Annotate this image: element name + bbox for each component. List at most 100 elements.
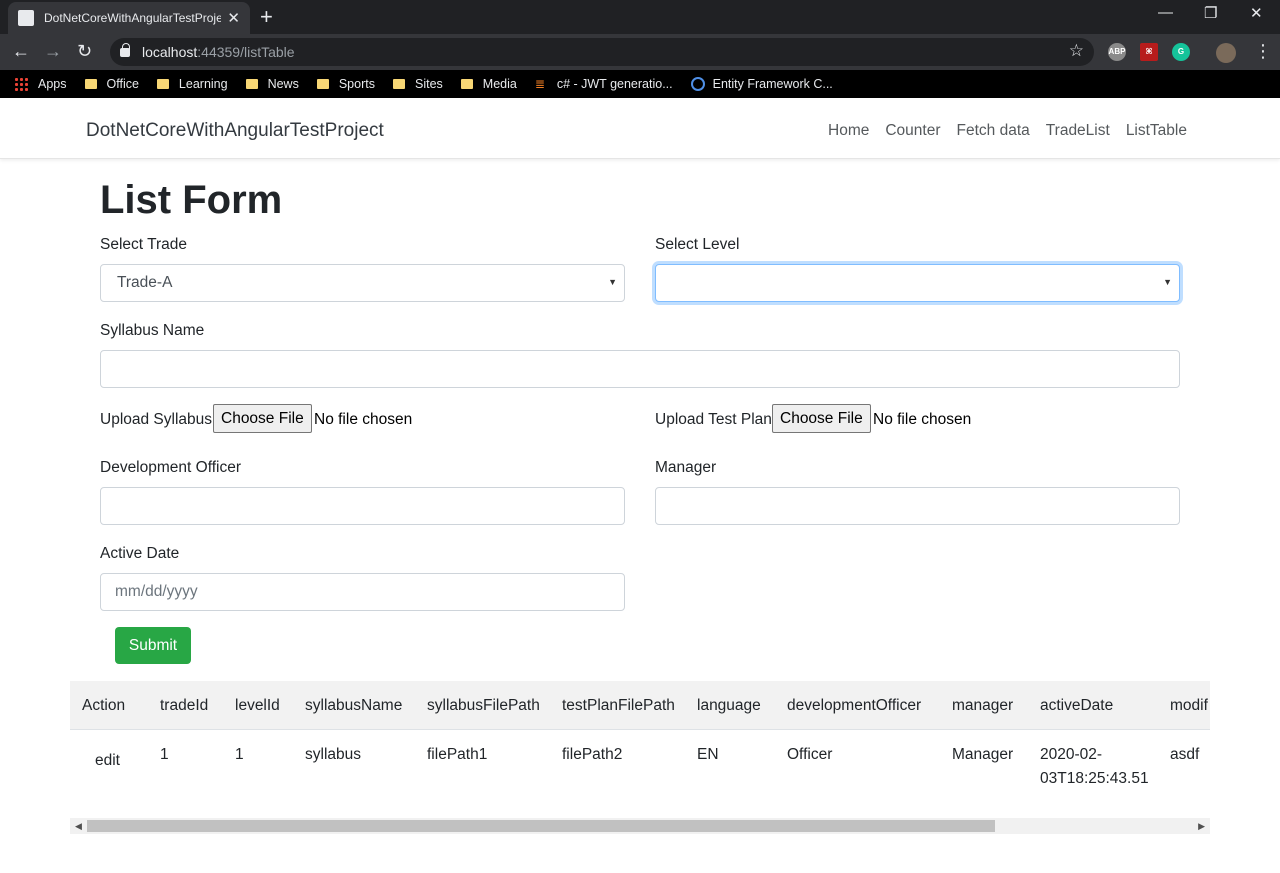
folder-icon [156, 79, 169, 89]
minimize-icon[interactable]: — [1158, 4, 1173, 21]
profile-avatar-icon[interactable] [1216, 43, 1236, 63]
active-date-placeholder: mm/dd/yyyy [115, 583, 198, 600]
cell-tradeid: 1 [160, 746, 169, 763]
grammarly-extension-icon[interactable]: G [1172, 43, 1190, 61]
bookmark-jwt[interactable]: ≣ c# - JWT generatio... [535, 77, 673, 91]
header-tradeid: tradeId [160, 697, 209, 714]
upload-syllabus-status: No file chosen [314, 411, 413, 428]
nav-tradelist[interactable]: TradeList [1046, 122, 1110, 140]
cell-levelid: 1 [235, 746, 244, 763]
folder-icon [84, 79, 97, 89]
header-manager: manager [952, 697, 1014, 714]
cell-activedate-line2: 03T18:25:43.51 [1040, 770, 1149, 787]
upload-test-plan-label: Upload Test Plan [655, 411, 772, 428]
nav-links: Home Counter Fetch data TradeList ListTa… [812, 122, 1187, 140]
cell-testplanfilepath: filePath2 [562, 746, 623, 763]
bookmark-sites[interactable]: Sites [392, 77, 443, 91]
back-icon[interactable]: ← [12, 40, 30, 62]
cell-language: EN [697, 746, 719, 763]
header-modified: modif [1170, 697, 1208, 714]
cell-syllabusfilepath: filePath1 [427, 746, 488, 763]
bookmark-media[interactable]: Media [460, 77, 517, 91]
tab-title: DotNetCoreWithAngularTestProject [44, 11, 222, 25]
close-tab-icon[interactable]: ✕ [227, 9, 240, 27]
active-date-label: Active Date [100, 545, 180, 562]
select-trade-value: Trade-A [117, 274, 173, 291]
nav-listtable[interactable]: ListTable [1126, 122, 1187, 140]
nav-counter[interactable]: Counter [885, 122, 940, 140]
restore-icon[interactable]: ❐ [1204, 4, 1217, 22]
app-brand[interactable]: DotNetCoreWithAngularTestProject [86, 120, 384, 142]
address-bar[interactable]: localhost :44359/listTable ☆ [110, 38, 1094, 66]
bookmark-star-icon[interactable]: ☆ [1069, 41, 1084, 61]
folder-icon [460, 79, 473, 89]
stackoverflow-icon: ≣ [534, 77, 545, 91]
page-content: DotNetCoreWithAngularTestProject Home Co… [0, 98, 1280, 873]
table-header-row: Action tradeId levelId syllabusName syll… [70, 681, 1210, 730]
header-action: Action [82, 697, 126, 714]
folder-icon [392, 79, 405, 89]
apps-grid-icon [14, 77, 28, 91]
forward-icon[interactable]: → [44, 40, 62, 62]
browser-tab[interactable]: DotNetCoreWithAngularTestProject ✕ [8, 2, 250, 34]
url-path: :44359/listTable [197, 44, 295, 60]
page-favicon-icon [18, 10, 34, 26]
header-activedate: activeDate [1040, 697, 1114, 714]
scroll-right-icon[interactable]: ▶ [1198, 819, 1205, 833]
bookmark-office[interactable]: Office [84, 77, 139, 91]
header-developmentofficer: developmentOfficer [787, 697, 922, 714]
bookmark-learning[interactable]: Learning [156, 77, 228, 91]
nav-fetch-data[interactable]: Fetch data [957, 122, 1030, 140]
app-navbar: DotNetCoreWithAngularTestProject Home Co… [0, 98, 1280, 159]
adblock-extension-icon[interactable]: ABP [1108, 43, 1126, 61]
new-tab-icon[interactable]: + [260, 4, 273, 30]
close-window-icon[interactable]: ✕ [1250, 4, 1263, 22]
bookmark-apps[interactable]: Apps [14, 77, 67, 91]
reload-icon[interactable]: ↻ [77, 40, 92, 62]
scrollbar-thumb[interactable] [87, 820, 995, 832]
upload-test-plan-choose-file-button[interactable]: Choose File [772, 404, 871, 433]
select-trade-dropdown[interactable]: Trade-A ▼ [100, 264, 625, 302]
url-host: localhost [142, 44, 198, 60]
development-officer-label: Development Officer [100, 459, 241, 476]
submit-button[interactable]: Submit [115, 627, 191, 664]
scroll-left-icon[interactable]: ◀ [75, 819, 82, 833]
header-language: language [697, 697, 761, 714]
manager-label: Manager [655, 459, 717, 476]
bookmark-sports[interactable]: Sports [316, 77, 375, 91]
entity-framework-icon [690, 77, 705, 91]
header-syllabusname: syllabusName [305, 697, 403, 714]
bookmark-entity-framework[interactable]: Entity Framework C... [690, 77, 833, 91]
table-horizontal-scrollbar[interactable]: ◀ ▶ [70, 818, 1210, 834]
upload-test-plan-status: No file chosen [873, 411, 972, 428]
dropdown-caret-icon: ▼ [608, 277, 617, 287]
header-testplanfilepath: testPlanFilePath [562, 697, 675, 714]
menu-kebab-icon[interactable]: ⋮ [1254, 40, 1272, 62]
bookmarks-bar: Apps Office Learning News Sports Sites M… [0, 70, 1280, 98]
header-levelid: levelId [235, 697, 280, 714]
upload-syllabus-label: Upload Syllabus [100, 411, 213, 428]
syllabus-name-input[interactable] [100, 350, 1180, 388]
select-level-label: Select Level [655, 236, 740, 253]
select-trade-label: Select Trade [100, 236, 188, 253]
development-officer-input[interactable] [100, 487, 625, 525]
folder-icon [245, 79, 258, 89]
syllabus-name-label: Syllabus Name [100, 322, 205, 339]
pdf-extension-icon[interactable]: ⌘ [1140, 43, 1158, 61]
browser-tab-bar: DotNetCoreWithAngularTestProject ✕ + — ❐… [0, 0, 1280, 34]
upload-syllabus-choose-file-button[interactable]: Choose File [213, 404, 312, 433]
header-syllabusfilepath: syllabusFilePath [427, 697, 540, 714]
select-level-dropdown[interactable]: ▼ [655, 264, 1180, 302]
manager-input[interactable] [655, 487, 1180, 525]
cell-syllabusname: syllabus [305, 746, 361, 763]
edit-link[interactable]: edit [95, 752, 120, 770]
cell-activedate-line1: 2020-02- [1040, 746, 1103, 763]
list-table: Action tradeId levelId syllabusName syll… [70, 681, 1210, 837]
folder-icon [316, 79, 329, 89]
bookmark-news[interactable]: News [245, 77, 299, 91]
cell-developmentofficer: Officer [787, 746, 833, 763]
dropdown-caret-icon: ▼ [1163, 277, 1172, 287]
nav-home[interactable]: Home [828, 122, 869, 140]
page-title: List Form [100, 178, 283, 222]
active-date-input[interactable]: mm/dd/yyyy [100, 573, 625, 611]
